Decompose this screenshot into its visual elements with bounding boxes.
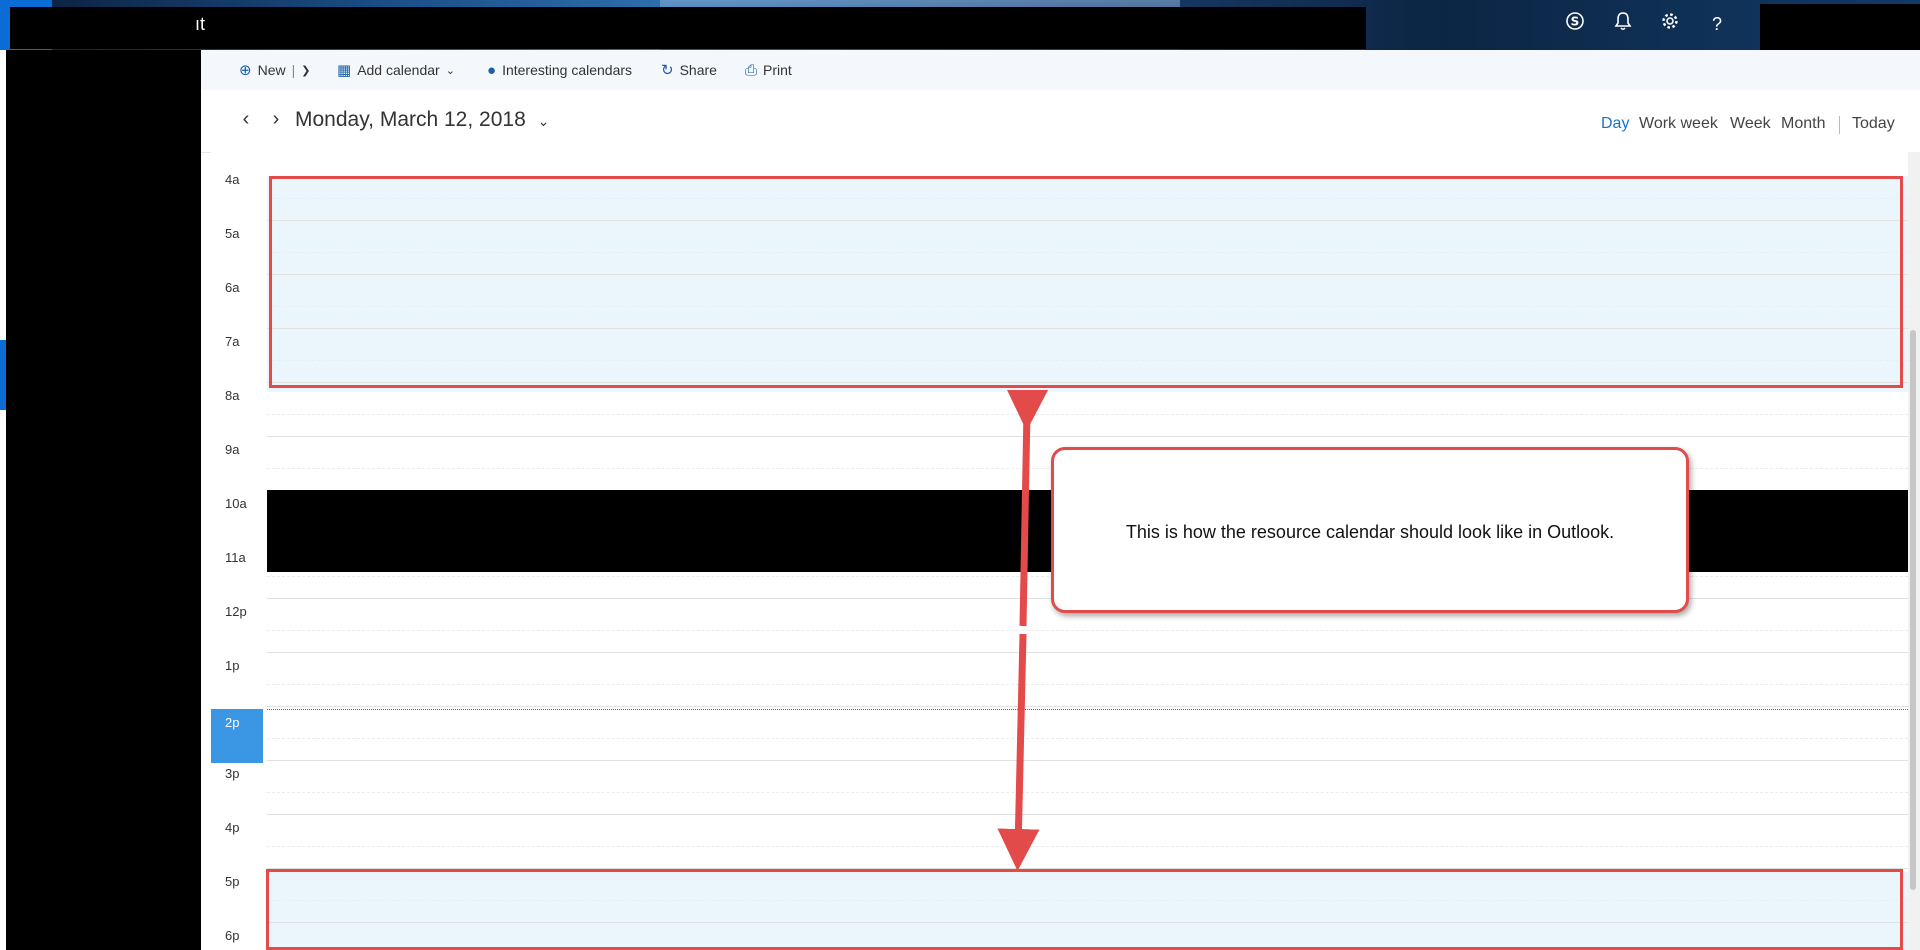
view-divider: [1839, 116, 1840, 134]
skype-icon[interactable]: S: [1562, 11, 1588, 37]
interesting-calendars-button[interactable]: ● Interesting calendars: [487, 60, 632, 80]
hour-label: 4p: [225, 820, 240, 835]
next-day-button[interactable]: ›: [265, 108, 287, 132]
view-week-button[interactable]: Week: [1730, 115, 1771, 133]
bell-icon[interactable]: [1610, 11, 1636, 37]
svg-text:S: S: [1571, 15, 1580, 29]
hour-line: [267, 814, 1908, 815]
chevron-down-icon: ⌄: [537, 113, 550, 129]
hour-label: 6p: [225, 928, 240, 943]
share-button[interactable]: ↻ Share: [661, 60, 717, 80]
plus-circle-icon: ⊕: [239, 62, 252, 79]
half-hour-line: [267, 414, 1908, 415]
half-hour-line: [267, 792, 1908, 793]
hour-label: 12p: [225, 604, 247, 619]
callout-text: This is how the resource calendar should…: [1125, 522, 1615, 542]
hour-label: 8a: [225, 388, 240, 403]
date-title-text: Monday, March 12, 2018: [295, 108, 526, 131]
current-hour-label: 2p: [225, 715, 240, 730]
app-name-fragment: ıt: [195, 14, 206, 34]
half-hour-line: [267, 684, 1908, 685]
chevron-down-icon: ⌄: [445, 64, 455, 77]
half-hour-line: [267, 846, 1908, 847]
help-icon[interactable]: ?: [1704, 11, 1730, 37]
annotation-double-arrow: [997, 390, 1049, 870]
add-calendar-button[interactable]: ▦ Add calendar ⌄: [337, 60, 455, 80]
arrow-shaft-lower: [997, 633, 1040, 870]
hour-label: 6a: [225, 280, 240, 295]
scrollbar-thumb[interactable]: [1910, 330, 1916, 890]
hour-label: 4a: [225, 172, 240, 187]
calendar-add-icon: ▦: [337, 62, 352, 79]
date-header: ‹ › Monday, March 12, 2018 ⌄ Day Work we…: [201, 90, 1920, 153]
command-bar: ⊕ New | ❯ ▦ Add calendar ⌄ ● Interesting…: [201, 50, 1920, 90]
hour-label: 3p: [225, 766, 240, 781]
redacted-account-area: [1760, 4, 1920, 50]
lightbulb-icon: ●: [487, 61, 497, 79]
hour-line: [267, 706, 1908, 707]
top-bar: ıt S ?: [0, 0, 1920, 50]
view-day-button[interactable]: Day: [1601, 115, 1629, 133]
printer-icon: ⎙: [745, 61, 758, 79]
gear-icon[interactable]: [1657, 11, 1683, 37]
current-time-line: [267, 709, 1908, 710]
hour-label: 9a: [225, 442, 240, 457]
annotation-box-evening: [266, 869, 1903, 950]
previous-day-button[interactable]: ‹: [235, 108, 257, 132]
redacted-header-area: [10, 7, 1366, 49]
new-button[interactable]: ⊕ New | ❯: [239, 60, 310, 80]
share-icon: ↻: [661, 62, 674, 79]
hour-label: 11a: [225, 550, 246, 565]
hour-label: 10a: [225, 496, 247, 511]
hour-label: 1p: [225, 658, 240, 673]
share-label: Share: [679, 62, 717, 78]
chevron-down-icon[interactable]: ❯: [301, 64, 310, 77]
hour-line: [267, 760, 1908, 761]
today-button[interactable]: Today: [1852, 115, 1895, 133]
hour-label: 5a: [225, 226, 240, 241]
redacted-navigation-pane: [6, 50, 201, 950]
split-divider: |: [291, 62, 296, 78]
add-calendar-label: Add calendar: [357, 62, 440, 78]
half-hour-line: [267, 630, 1908, 631]
hour-label: 5p: [225, 874, 240, 889]
hour-line: [267, 652, 1908, 653]
new-label: New: [257, 62, 286, 78]
date-picker-title[interactable]: Monday, March 12, 2018 ⌄: [295, 108, 549, 132]
view-month-button[interactable]: Month: [1781, 115, 1825, 133]
annotation-box-morning: [269, 176, 1903, 388]
current-hour-badge: 2p: [211, 709, 263, 763]
print-label: Print: [763, 62, 792, 78]
hour-label: 7a: [225, 334, 240, 349]
half-hour-line: [267, 738, 1908, 739]
hour-line: [267, 436, 1908, 437]
arrow-shaft-upper: [1006, 390, 1049, 627]
selection-indicator: [0, 340, 6, 410]
annotation-callout: This is how the resource calendar should…: [1051, 447, 1689, 613]
print-button[interactable]: ⎙ Print: [745, 60, 792, 80]
view-work-week-button[interactable]: Work week: [1639, 115, 1718, 133]
interesting-calendars-label: Interesting calendars: [502, 62, 633, 78]
